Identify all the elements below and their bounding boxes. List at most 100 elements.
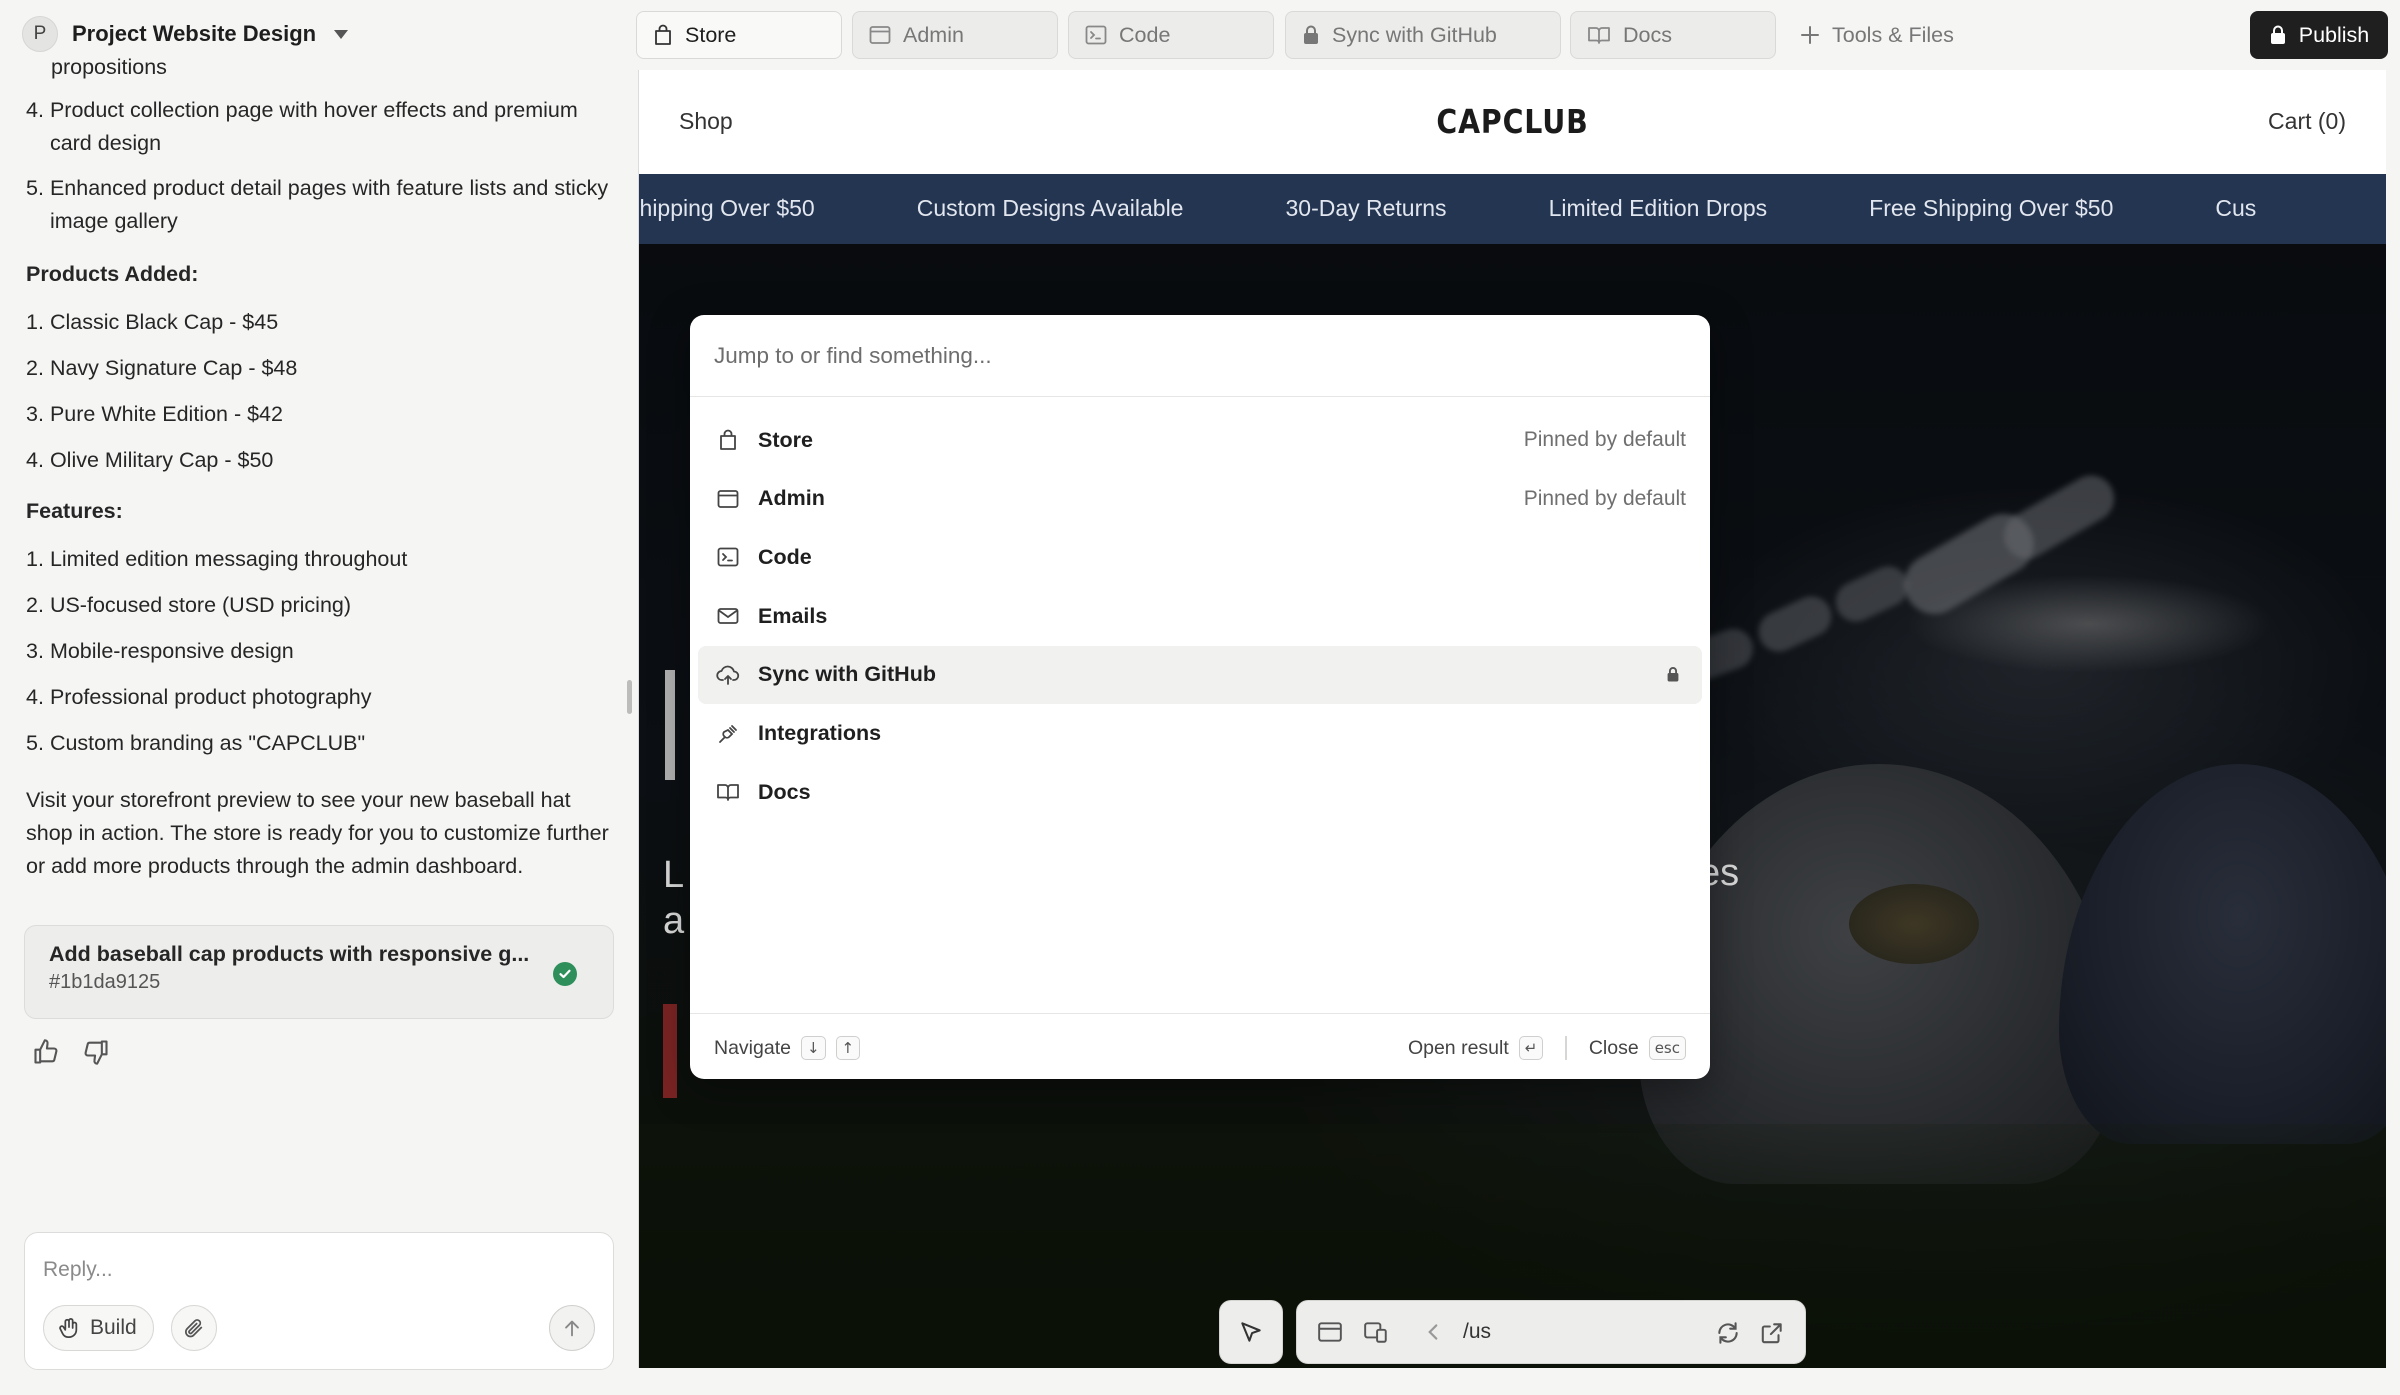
- hero-text-fragment: a: [663, 900, 685, 942]
- palette-item-label: Code: [758, 544, 812, 569]
- project-name: Project Website Design: [72, 21, 317, 46]
- palette-item-label: Admin: [758, 486, 825, 511]
- terminal-icon: [1085, 25, 1107, 45]
- chevron-down-icon: [334, 29, 349, 39]
- preview-toolbar: /us: [1296, 1300, 1806, 1364]
- shop-link[interactable]: Shop: [679, 108, 733, 135]
- commit-title: Add baseball cap products with responsiv…: [49, 942, 530, 966]
- responsive-view-icon[interactable]: [1363, 1320, 1389, 1344]
- palette-item-admin[interactable]: Admin Pinned by default: [698, 470, 1702, 528]
- close-label[interactable]: Close: [1589, 1037, 1639, 1060]
- palette-item-sync-with-github[interactable]: Sync with GitHub: [698, 645, 1702, 704]
- plus-icon: [1801, 26, 1819, 44]
- chat-panel: P Project Website Design propositions 4.…: [0, 0, 635, 1395]
- build-button[interactable]: Build: [43, 1305, 154, 1351]
- palette-item-docs[interactable]: Docs: [698, 763, 1702, 821]
- feature-list: 4. Product collection page with hover eff…: [26, 94, 616, 238]
- palette-item-label: Store: [758, 427, 813, 452]
- palette-item-integrations[interactable]: Integrations: [698, 705, 1702, 763]
- truncated-line: propositions: [51, 58, 167, 79]
- palette-item-store[interactable]: Store Pinned by default: [698, 411, 1702, 469]
- list-item: 2. US-focused store (USD pricing): [26, 592, 352, 617]
- publish-button[interactable]: Publish: [2250, 11, 2388, 59]
- thumbs-up-icon[interactable]: [32, 1038, 60, 1066]
- palette-item-label: Docs: [758, 779, 811, 804]
- navigate-hint: Navigate ↓ ↑: [714, 1036, 861, 1060]
- preview-path[interactable]: /us: [1463, 1320, 1491, 1344]
- esc-key: esc: [1648, 1036, 1686, 1060]
- list-item: 4. Product collection page with hover eff…: [26, 98, 578, 155]
- tab-store[interactable]: Store: [636, 11, 842, 59]
- tab-sync-github[interactable]: Sync with GitHub: [1285, 11, 1561, 59]
- command-palette: Store Pinned by default Admin Pinned by def…: [690, 315, 1710, 1079]
- project-selector[interactable]: P Project Website Design: [22, 16, 349, 52]
- up-key: ↑: [835, 1036, 861, 1060]
- pinned-hint: Pinned by default: [1523, 486, 1686, 510]
- store-header: Shop CAPCLUB Cart (0): [639, 70, 2386, 174]
- action-hints: Open result ↵ Close esc: [1408, 1036, 1686, 1060]
- commit-id: #1b1da9125: [49, 971, 161, 993]
- store-logo[interactable]: CAPCLUB: [761, 102, 2263, 141]
- products-heading: Products Added:: [26, 262, 199, 286]
- desktop-view-icon[interactable]: [1317, 1320, 1343, 1344]
- products-list: 1. Classic Black Cap - $45 2. Navy Signatu…: [26, 299, 616, 483]
- project-avatar: P: [22, 16, 58, 52]
- paperclip-icon: [185, 1319, 203, 1338]
- tools-files-button[interactable]: Tools & Files: [1800, 11, 1954, 59]
- bag-icon: [655, 24, 671, 45]
- down-key: ↓: [800, 1036, 826, 1060]
- refresh-icon[interactable]: [1715, 1320, 1741, 1346]
- list-item: 1. Classic Black Cap - $45: [26, 309, 279, 334]
- palette-item-label: Emails: [758, 603, 828, 628]
- cloud-upload-icon: [716, 664, 740, 686]
- navigate-label: Navigate: [714, 1036, 791, 1059]
- palette-item-emails[interactable]: Emails: [698, 587, 1702, 645]
- hero-cta-button[interactable]: [663, 1004, 677, 1098]
- palette-footer: Navigate ↓ ↑ Open result ↵ Close esc: [690, 1013, 1710, 1079]
- cursor-icon: [1241, 1322, 1261, 1342]
- cart-link[interactable]: Cart (0): [2268, 108, 2346, 135]
- announcement-ticker: e Shipping Over $50 Custom Designs Avail…: [639, 174, 2386, 244]
- hand-icon: [59, 1317, 78, 1339]
- reply-input[interactable]: [43, 1253, 583, 1287]
- external-link-icon[interactable]: [1759, 1320, 1785, 1346]
- palette-item-label: Sync with GitHub: [758, 662, 936, 687]
- book-icon: [716, 782, 740, 802]
- list-item: 2. Navy Signature Cap - $48: [26, 355, 298, 380]
- ticker-item: Custom Designs Available: [916, 195, 1184, 221]
- ticker-item: 30-Day Returns: [1285, 195, 1447, 221]
- send-button[interactable]: [549, 1305, 595, 1351]
- window-icon: [716, 489, 740, 509]
- bag-icon: [716, 429, 740, 451]
- select-element-button[interactable]: [1219, 1300, 1283, 1364]
- closing-paragraph: Visit your storefront preview to see you…: [26, 788, 609, 878]
- open-result-label[interactable]: Open result: [1408, 1037, 1509, 1060]
- hero-text-fragment: L: [663, 854, 685, 896]
- ticker-item: Free Shipping Over $50: [1869, 195, 2114, 221]
- commit-card[interactable]: Add baseball cap products with responsiv…: [24, 925, 614, 1019]
- panel-resize-handle[interactable]: [627, 680, 632, 714]
- list-item: 1. Limited edition messaging throughout: [26, 546, 408, 571]
- lock-icon: [1666, 666, 1680, 688]
- palette-search-input[interactable]: [714, 337, 1674, 375]
- tab-docs[interactable]: Docs: [1570, 11, 1776, 59]
- palette-search: [690, 315, 1710, 397]
- list-item: 5. Custom branding as "CAPCLUB": [26, 730, 366, 755]
- chat-message: propositions 4. Product collection page w…: [26, 58, 616, 883]
- lock-icon: [2270, 25, 2285, 44]
- check-circle-icon: [553, 962, 577, 986]
- thumbs-down-icon[interactable]: [82, 1038, 110, 1066]
- chevron-left-icon[interactable]: [1425, 1320, 1441, 1344]
- mail-icon: [716, 606, 740, 626]
- tab-code[interactable]: Code: [1068, 11, 1274, 59]
- tab-admin[interactable]: Admin: [852, 11, 1058, 59]
- enter-key: ↵: [1518, 1036, 1544, 1060]
- window-icon: [869, 26, 891, 44]
- ticker-item: e Shipping Over $50: [639, 195, 815, 221]
- list-item: 3. Pure White Edition - $42: [26, 401, 283, 426]
- divider: [1565, 1036, 1567, 1060]
- list-item: 3. Mobile-responsive design: [26, 638, 294, 663]
- palette-item-code[interactable]: Code: [698, 528, 1702, 586]
- book-icon: [1588, 27, 1610, 44]
- attach-button[interactable]: [171, 1305, 217, 1351]
